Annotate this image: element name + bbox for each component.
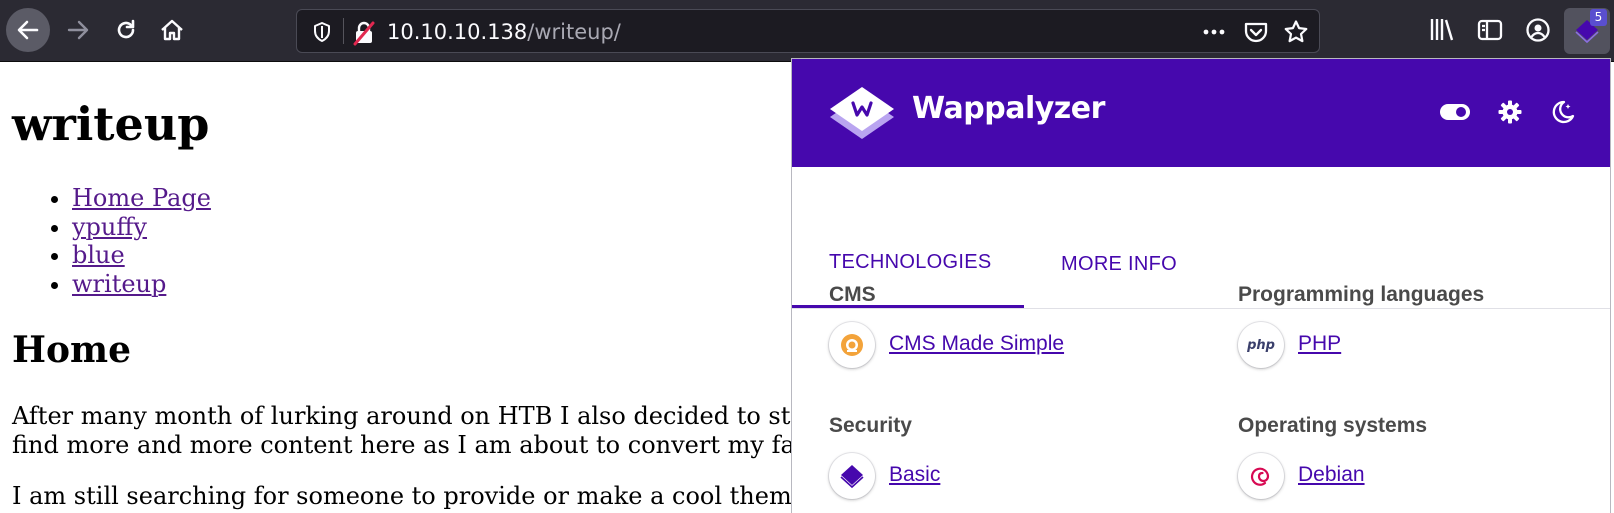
url-text[interactable]: 10.10.10.138/writeup/: [387, 19, 621, 45]
arrow-left-icon: [17, 20, 39, 40]
reload-button[interactable]: [104, 8, 148, 52]
tech-link-basic[interactable]: Basic: [889, 463, 940, 487]
more-actions-icon[interactable]: [1201, 20, 1227, 44]
library-icon[interactable]: [1428, 16, 1456, 44]
nav-item: writeup: [72, 270, 211, 299]
basic-auth-icon: [829, 453, 875, 499]
url-path: /writeup/: [527, 20, 621, 44]
theme-line-1: I am still searching for someone to prov…: [12, 482, 792, 510]
bookmark-star-icon[interactable]: [1283, 19, 1309, 45]
forward-button[interactable]: [56, 8, 100, 52]
home-icon: [161, 19, 183, 41]
tab-technologies[interactable]: TECHNOLOGIES: [829, 251, 992, 274]
settings-gear-icon[interactable]: [1497, 99, 1523, 125]
intro-line-2: find more and more content here as I am …: [12, 430, 795, 459]
active-tab-indicator: [792, 305, 1024, 308]
wappalyzer-popup: Wappalyzer TECHNOLOGIES MORE INFO CMS CM…: [791, 58, 1611, 513]
tracking-shield-icon[interactable]: [311, 21, 333, 43]
dark-mode-moon-icon[interactable]: [1549, 99, 1575, 125]
tab-more-info[interactable]: MORE INFO: [1061, 253, 1177, 276]
php-icon-text: php: [1247, 337, 1275, 353]
page-title: writeup: [12, 97, 210, 151]
nav-link-writeup[interactable]: writeup: [72, 270, 166, 298]
url-host: 10.10.10.138: [387, 20, 528, 44]
url-bar-separator: [343, 18, 344, 44]
account-icon[interactable]: [1524, 16, 1552, 44]
tech-link-cms-made-simple[interactable]: CMS Made Simple: [889, 332, 1064, 356]
arrow-right-icon: [67, 20, 89, 40]
nav-link-ypuffy[interactable]: ypuffy: [72, 213, 147, 241]
cms-made-simple-icon: [829, 322, 875, 368]
nav-item: ypuffy: [72, 213, 211, 242]
intro-line-1: After many month of lurking around on HT…: [12, 402, 791, 430]
insecure-lock-icon[interactable]: [351, 20, 377, 46]
pocket-icon[interactable]: [1243, 20, 1269, 44]
category-title-operating-systems: Operating systems: [1238, 414, 1428, 437]
browser-toolbar: 10.10.10.138/writeup/ 5: [0, 0, 1614, 62]
tech-link-debian[interactable]: Debian: [1298, 463, 1365, 487]
nav-link-blue[interactable]: blue: [72, 241, 125, 269]
reload-icon: [117, 19, 135, 39]
nav-item: blue: [72, 241, 211, 270]
tech-link-php[interactable]: PHP: [1298, 332, 1341, 356]
brand-name: Wappalyzer: [912, 91, 1105, 126]
nav-list: Home Page ypuffy blue writeup: [72, 184, 211, 298]
nav-item: Home Page: [72, 184, 211, 213]
home-button[interactable]: [150, 8, 194, 52]
toggle-switch-icon[interactable]: [1439, 103, 1471, 121]
back-button[interactable]: [6, 8, 50, 52]
extension-count-badge: 5: [1590, 9, 1607, 26]
php-icon: php: [1238, 322, 1284, 368]
category-title-security: Security: [829, 414, 912, 437]
category-title-cms: CMS: [829, 283, 876, 306]
section-heading: Home: [12, 329, 132, 371]
wappalyzer-logo-icon: [830, 87, 894, 139]
sidebar-toggle-icon[interactable]: [1476, 16, 1504, 44]
popup-tabs: TECHNOLOGIES MORE INFO: [792, 167, 1610, 309]
category-title-programming-languages: Programming languages: [1238, 283, 1485, 306]
popup-header: Wappalyzer: [792, 59, 1610, 167]
url-bar[interactable]: 10.10.10.138/writeup/: [296, 9, 1320, 53]
nav-link-home-page[interactable]: Home Page: [72, 184, 211, 212]
debian-icon: [1238, 453, 1284, 499]
